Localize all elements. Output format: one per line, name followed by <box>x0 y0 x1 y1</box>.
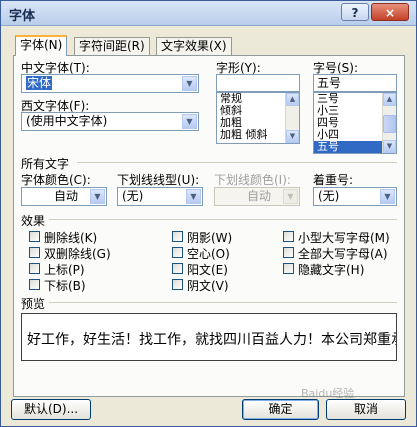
underline-color-select: 自动 ▼ <box>214 187 300 206</box>
all-caps-checkbox[interactable] <box>283 247 294 258</box>
font-size-scrollbar[interactable]: ▲ ▼ <box>382 93 396 153</box>
preview-heading: 预览 <box>21 297 46 311</box>
preview-box: 好工作，好生活！找工作，就找四川百益人力！本公司郑重承诺 <box>21 313 397 361</box>
outline-label: 空心(O) <box>187 247 230 261</box>
default-button[interactable]: 默认(D)... <box>11 399 91 420</box>
shadow-label: 阴影(W) <box>187 231 233 245</box>
western-font-value: (使用中文字体) <box>26 114 108 128</box>
font-style-list[interactable]: 常规 倾斜 加粗 加粗 倾斜 ▲ ▼ <box>216 92 300 144</box>
chinese-font-select[interactable]: 宋体 ▼ <box>21 74 199 93</box>
chevron-down-icon: ▼ <box>182 76 197 91</box>
scroll-up-icon[interactable]: ▲ <box>286 93 299 106</box>
scroll-up-icon[interactable]: ▲ <box>383 93 396 106</box>
outline-checkbox[interactable] <box>172 247 183 258</box>
shadow-checkbox[interactable] <box>172 231 183 242</box>
chevron-down-icon: ▼ <box>186 189 201 204</box>
font-size-input[interactable]: 五号 <box>313 74 397 92</box>
strikethrough-label: 删除线(K) <box>44 231 98 245</box>
scroll-down-icon[interactable]: ▼ <box>383 140 396 153</box>
dialog-title: 字体 <box>9 9 36 24</box>
divider <box>49 302 397 303</box>
strikethrough-checkbox[interactable] <box>29 231 40 242</box>
emphasis-mark-value: (无) <box>318 189 340 203</box>
underline-color-value: 自动 <box>246 189 271 203</box>
font-style-scrollbar[interactable]: ▲ ▼ <box>285 93 299 143</box>
underline-style-label: 下划线线型(U): <box>117 173 200 187</box>
subscript-label: 下标(B) <box>44 279 86 293</box>
font-color-select[interactable]: 自动 ▼ <box>21 187 107 206</box>
divider <box>77 162 397 163</box>
title-bar[interactable]: 字体 ? × <box>1 1 416 26</box>
underline-style-value: (无) <box>122 189 144 203</box>
small-caps-checkbox[interactable] <box>283 231 294 242</box>
tab-text-effects[interactable]: 文字效果(X) <box>156 37 232 55</box>
scroll-thumb[interactable] <box>383 115 396 133</box>
chevron-down-icon: ▼ <box>182 114 197 129</box>
font-style-input[interactable] <box>216 74 300 92</box>
chevron-down-icon: ▼ <box>380 189 395 204</box>
scroll-down-icon[interactable]: ▼ <box>286 130 299 143</box>
effects-heading: 效果 <box>21 214 46 228</box>
engrave-checkbox[interactable] <box>172 279 183 290</box>
font-color-value: 自动 <box>53 189 78 203</box>
chevron-down-icon: ▼ <box>90 189 105 204</box>
emboss-checkbox[interactable] <box>172 263 183 274</box>
hidden-text-label: 隐藏文字(H) <box>298 263 365 277</box>
emboss-label: 阳文(E) <box>187 263 228 277</box>
font-dialog: 字体 ? × 字体(N) 字符间距(R) 文字效果(X) 中文字体(T): 宋体… <box>0 0 417 427</box>
divider <box>49 219 397 220</box>
subscript-checkbox[interactable] <box>29 279 40 290</box>
double-strikethrough-checkbox[interactable] <box>29 247 40 258</box>
preview-text: 好工作，好生活！找工作，就找四川百益人力！本公司郑重承诺 <box>27 332 397 348</box>
tab-font[interactable]: 字体(N) <box>15 35 68 56</box>
superscript-label: 上标(P) <box>44 263 85 277</box>
help-button[interactable]: ? <box>341 3 369 21</box>
emphasis-mark-label: 着重号: <box>313 173 354 187</box>
underline-color-label: 下划线颜色(I): <box>214 173 291 187</box>
superscript-checkbox[interactable] <box>29 263 40 274</box>
small-caps-label: 小型大写字母(M) <box>298 231 390 245</box>
chinese-font-value: 宋体 <box>26 76 53 90</box>
help-icon: ? <box>351 6 359 20</box>
hidden-text-checkbox[interactable] <box>283 263 294 274</box>
font-size-list[interactable]: 三号 小三 四号 小四 五号 ▲ ▼ <box>313 92 397 154</box>
ok-button[interactable]: 确定 <box>242 399 319 420</box>
western-font-select[interactable]: (使用中文字体) ▼ <box>21 112 199 131</box>
engrave-label: 阴文(V) <box>187 279 229 293</box>
all-caps-label: 全部大写字母(A) <box>298 247 388 261</box>
chevron-down-icon: ▼ <box>283 189 298 204</box>
cancel-button[interactable]: 取消 <box>326 399 406 420</box>
emphasis-mark-select[interactable]: (无) ▼ <box>313 187 397 206</box>
underline-style-select[interactable]: (无) ▼ <box>117 187 203 206</box>
font-color-label: 字体颜色(C): <box>21 173 91 187</box>
all-text-heading: 所有文字 <box>21 157 70 171</box>
close-icon: × <box>384 6 396 20</box>
tab-character-spacing[interactable]: 字符间距(R) <box>74 37 150 55</box>
double-strikethrough-label: 双删除线(G) <box>44 247 111 261</box>
close-button[interactable]: × <box>371 3 409 21</box>
